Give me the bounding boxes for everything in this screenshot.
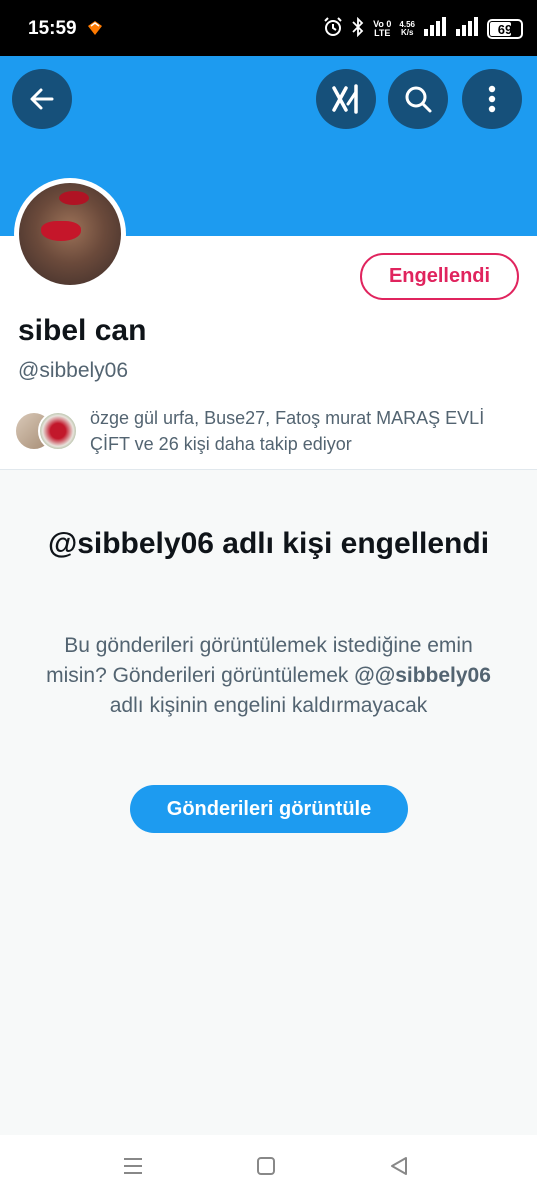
triangle-back-icon (389, 1156, 409, 1181)
blocked-title: @sibbely06 adlı kişi engellendi (47, 527, 490, 560)
status-icons: Vo 0 LTE 4.56 K/s 69 (323, 16, 523, 42)
lte-bottom-label: LTE (374, 28, 391, 38)
recent-apps-button[interactable] (120, 1155, 146, 1181)
blocked-description-handle: @@sibbely06 (354, 664, 491, 687)
square-home-icon (256, 1156, 276, 1181)
lte-indicator: Vo 0 LTE (373, 20, 391, 38)
home-button[interactable] (253, 1155, 279, 1181)
avatar-image (19, 183, 121, 285)
follower-avatar (38, 411, 78, 451)
status-bar: 15:59 Vo 0 LTE 4.56 K/s 69 (0, 0, 537, 56)
blocked-status-button[interactable]: Engellendi (360, 253, 519, 300)
signal-2-icon (455, 16, 479, 42)
battery-icon: 69 (487, 19, 523, 39)
avatar[interactable] (14, 178, 126, 290)
search-button[interactable] (388, 69, 448, 129)
signal-icon (423, 16, 447, 42)
followers-you-know-text[interactable]: özge gül urfa, Buse27, Fatoş murat MARAŞ… (90, 405, 520, 457)
speed-unit: K/s (400, 28, 414, 37)
back-button[interactable] (12, 69, 72, 129)
arrow-left-icon (28, 85, 56, 113)
clock: 15:59 (28, 18, 77, 39)
more-options-button[interactable] (462, 69, 522, 129)
menu-icon (122, 1156, 144, 1181)
avatar-detail (41, 221, 81, 241)
view-posts-button[interactable]: Gönderileri görüntüle (130, 785, 408, 833)
blocked-description: Bu gönderileri görüntülemek istediğine e… (40, 631, 497, 721)
avatar-detail (59, 191, 89, 205)
blocked-description-part2: adlı kişinin engelini kaldırmayacak (109, 694, 428, 717)
bluetooth-icon (351, 16, 365, 42)
network-speed: 4.56 K/s (399, 21, 415, 37)
system-back-button[interactable] (386, 1155, 412, 1181)
more-vertical-icon (488, 85, 496, 113)
battery-percent: 69 (497, 21, 513, 37)
grok-button[interactable] (316, 69, 376, 129)
search-icon (403, 84, 433, 114)
alarm-icon (323, 16, 343, 42)
display-name: sibel can (18, 314, 147, 347)
system-navigation-bar (0, 1135, 537, 1200)
app-notification-icon (86, 20, 104, 36)
followers-you-know-avatars[interactable] (14, 411, 84, 451)
grok-icon (330, 84, 362, 114)
user-handle: @sibbely06 (18, 359, 129, 382)
